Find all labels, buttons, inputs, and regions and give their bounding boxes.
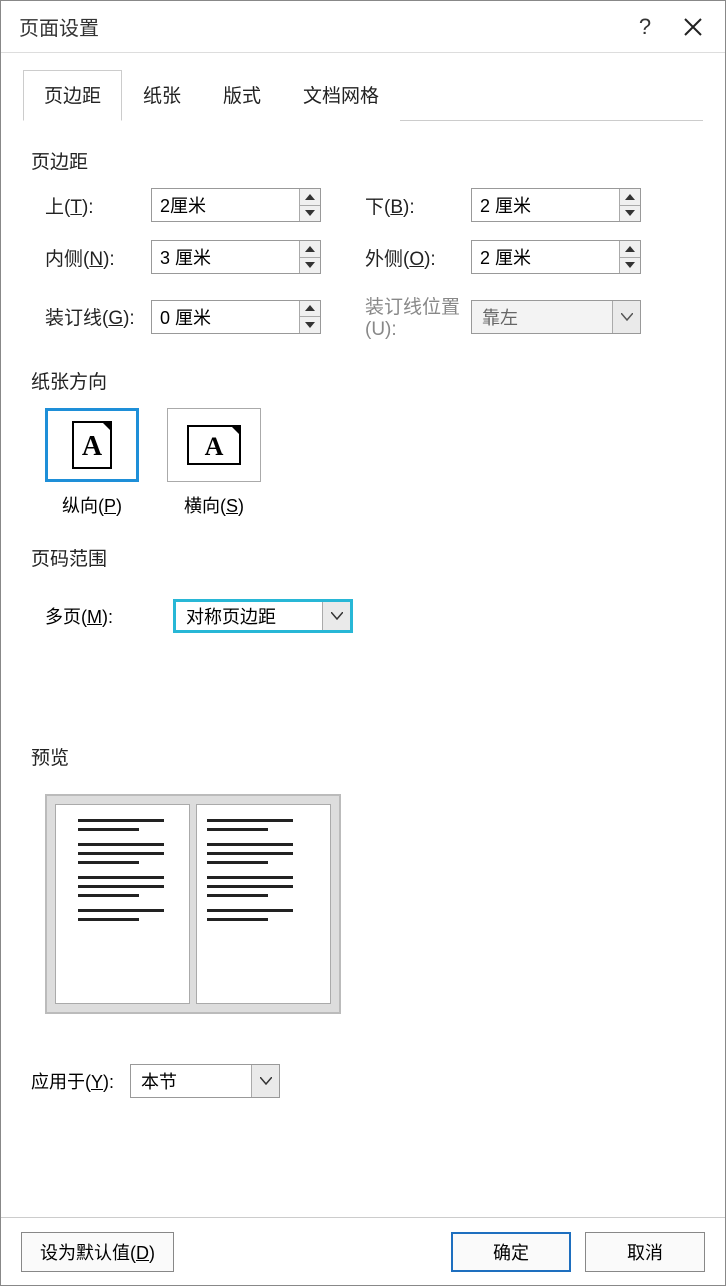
gutter-spinner[interactable] bbox=[151, 300, 321, 334]
help-button[interactable]: ? bbox=[621, 3, 669, 51]
svg-text:A: A bbox=[82, 431, 103, 462]
orientation-group: A 纵向(P) A 横向(S) bbox=[45, 408, 695, 518]
dialog-title: 页面设置 bbox=[19, 12, 621, 41]
svg-text:A: A bbox=[205, 432, 224, 461]
apply-to-dropdown[interactable]: 本节 bbox=[130, 1064, 280, 1098]
bottom-spin-buttons[interactable] bbox=[619, 189, 640, 221]
outside-label: 外侧(O): bbox=[351, 244, 471, 271]
top-spin-buttons[interactable] bbox=[299, 189, 320, 221]
cancel-button[interactable]: 取消 bbox=[585, 1232, 705, 1272]
orientation-landscape[interactable]: A 横向(S) bbox=[167, 408, 261, 518]
top-spinner[interactable] bbox=[151, 188, 321, 222]
chevron-down-icon bbox=[612, 301, 640, 333]
inside-spin-buttons[interactable] bbox=[299, 241, 320, 273]
outside-input[interactable] bbox=[472, 241, 619, 273]
top-input[interactable] bbox=[152, 189, 299, 221]
landscape-icon: A bbox=[167, 408, 261, 482]
tab-paper[interactable]: 纸张 bbox=[122, 70, 202, 121]
spin-down-icon[interactable] bbox=[620, 258, 640, 274]
spin-up-icon[interactable] bbox=[300, 241, 320, 258]
bottom-input[interactable] bbox=[472, 189, 619, 221]
set-default-button[interactable]: 设为默认值(D) bbox=[21, 1232, 174, 1272]
tab-layout[interactable]: 版式 bbox=[202, 70, 282, 121]
inside-input[interactable] bbox=[152, 241, 299, 273]
spin-down-icon[interactable] bbox=[620, 206, 640, 222]
gutter-pos-value: 靠左 bbox=[472, 304, 612, 330]
inside-label: 内侧(N): bbox=[31, 244, 151, 271]
tab-bar: 页边距 纸张 版式 文档网格 bbox=[23, 69, 703, 121]
bottom-label: 下(B): bbox=[351, 192, 471, 219]
bottom-spinner[interactable] bbox=[471, 188, 641, 222]
multi-page-label: 多页(M): bbox=[45, 603, 113, 629]
top-label: 上(T): bbox=[31, 192, 151, 219]
apply-to-label: 应用于(Y): bbox=[31, 1068, 114, 1094]
spin-up-icon[interactable] bbox=[620, 189, 640, 206]
gutter-pos-dropdown: 靠左 bbox=[471, 300, 641, 334]
spin-up-icon[interactable] bbox=[300, 301, 320, 318]
chevron-down-icon[interactable] bbox=[322, 602, 350, 630]
preview-area bbox=[31, 784, 695, 1014]
apply-to-value: 本节 bbox=[131, 1068, 251, 1094]
close-button[interactable] bbox=[669, 3, 717, 51]
ok-button[interactable]: 确定 bbox=[451, 1232, 571, 1272]
gutter-pos-label: 装订线位置(U): bbox=[351, 292, 471, 341]
apply-to-row: 应用于(Y): 本节 bbox=[31, 1054, 695, 1098]
close-icon bbox=[683, 17, 703, 37]
multi-page-dropdown[interactable]: 对称页边距 bbox=[173, 599, 353, 633]
chevron-down-icon[interactable] bbox=[251, 1065, 279, 1097]
gutter-label: 装订线(G): bbox=[31, 303, 151, 330]
outside-spin-buttons[interactable] bbox=[619, 241, 640, 273]
orientation-portrait[interactable]: A 纵向(P) bbox=[45, 408, 139, 518]
preview-section-label: 预览 bbox=[31, 743, 695, 770]
spin-down-icon[interactable] bbox=[300, 206, 320, 222]
spin-down-icon[interactable] bbox=[300, 258, 320, 274]
tab-margins[interactable]: 页边距 bbox=[23, 70, 122, 121]
margins-panel: 页边距 上(T): 下(B): bbox=[23, 121, 703, 1217]
gutter-input[interactable] bbox=[152, 301, 299, 333]
tab-grid[interactable]: 文档网格 bbox=[282, 70, 400, 121]
titlebar: 页面设置 ? bbox=[1, 1, 725, 53]
landscape-label: 横向(S) bbox=[184, 492, 244, 518]
multi-page-row: 多页(M): 对称页边距 bbox=[31, 585, 695, 633]
spin-up-icon[interactable] bbox=[620, 241, 640, 258]
page-setup-dialog: 页面设置 ? 页边距 纸张 版式 文档网格 页边距 上(T): bbox=[0, 0, 726, 1286]
inside-spinner[interactable] bbox=[151, 240, 321, 274]
dialog-footer: 设为默认值(D) 确定 取消 bbox=[1, 1217, 725, 1285]
portrait-label: 纵向(P) bbox=[62, 492, 122, 518]
margins-grid: 上(T): 下(B): 内侧(N): bbox=[31, 188, 695, 341]
outside-spinner[interactable] bbox=[471, 240, 641, 274]
page-range-section-label: 页码范围 bbox=[31, 544, 695, 571]
preview-pages-icon bbox=[45, 794, 341, 1014]
margins-section-label: 页边距 bbox=[31, 147, 695, 174]
spin-down-icon[interactable] bbox=[300, 317, 320, 333]
dialog-content: 页边距 纸张 版式 文档网格 页边距 上(T): 下(B): bbox=[1, 53, 725, 1217]
multi-page-value: 对称页边距 bbox=[176, 603, 322, 629]
orientation-section-label: 纸张方向 bbox=[31, 367, 695, 394]
gutter-spin-buttons[interactable] bbox=[299, 301, 320, 333]
spin-up-icon[interactable] bbox=[300, 189, 320, 206]
portrait-icon: A bbox=[45, 408, 139, 482]
